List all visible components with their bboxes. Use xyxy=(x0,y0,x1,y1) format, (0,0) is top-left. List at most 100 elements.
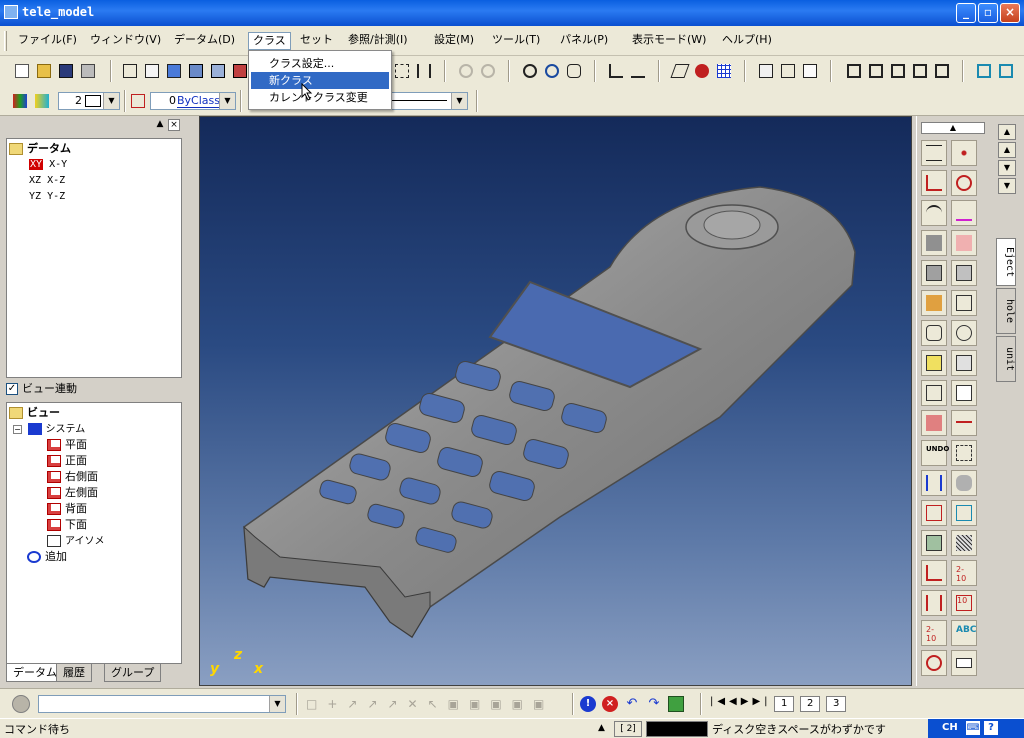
menu-set[interactable]: セット xyxy=(296,32,337,50)
help-icon[interactable]: ? xyxy=(984,721,998,735)
curve-icon[interactable] xyxy=(951,200,977,226)
undo-disabled-icon[interactable] xyxy=(456,61,476,81)
datum-xy[interactable]: XY X-Y xyxy=(29,157,67,172)
layout-2-icon[interactable] xyxy=(866,61,886,81)
eraser-icon[interactable] xyxy=(921,410,947,436)
properties-icon[interactable] xyxy=(778,61,798,81)
layer-color-icon[interactable] xyxy=(10,91,30,111)
view-add-node[interactable]: 追加 xyxy=(27,549,67,564)
align-icon[interactable] xyxy=(921,470,947,496)
zoom-icon[interactable] xyxy=(542,61,562,81)
info-icon[interactable]: ! xyxy=(580,696,596,712)
group-icon[interactable] xyxy=(951,500,977,526)
surface-patch-icon[interactable] xyxy=(951,230,977,256)
save-icon[interactable] xyxy=(56,61,76,81)
scroll-top-icon[interactable]: ▲ xyxy=(998,124,1016,140)
scroll-down-icon[interactable]: ▼ xyxy=(998,160,1016,176)
render-icon[interactable] xyxy=(668,696,684,712)
rotate-view-icon[interactable] xyxy=(520,61,540,81)
layout-1-icon[interactable] xyxy=(844,61,864,81)
crosshair-icon[interactable] xyxy=(921,650,947,676)
dimension-box-icon[interactable]: 10 xyxy=(951,590,977,616)
menu-panel[interactable]: パネル(P) xyxy=(556,32,612,50)
class-tool-icon[interactable] xyxy=(128,91,148,111)
menu-window[interactable]: ウィンドウ(V) xyxy=(86,32,165,50)
leader-icon[interactable]: 2-10 xyxy=(921,620,947,646)
page-tab-3[interactable]: 3 xyxy=(826,696,847,712)
pan-arrows-icon[interactable] xyxy=(392,61,412,81)
dimension-value-icon[interactable]: 2-10 xyxy=(951,560,977,586)
shaded-cube-icon[interactable] xyxy=(164,61,184,81)
fillet-icon[interactable] xyxy=(951,350,977,376)
command-input-combo[interactable]: ▼ xyxy=(38,695,286,713)
menu-file[interactable]: ファイル(F) xyxy=(14,32,81,50)
grid-icon[interactable] xyxy=(714,61,734,81)
datum-xz[interactable]: XZ X-Z xyxy=(29,173,65,188)
view-tree-root[interactable]: ビュー xyxy=(9,405,60,420)
class-combo[interactable]: 0 ByClass ▼ xyxy=(150,92,236,110)
menu-help[interactable]: ヘルプ(H) xyxy=(718,32,776,50)
document-icon[interactable] xyxy=(951,380,977,406)
side-tab-eject[interactable]: Eject xyxy=(996,238,1016,286)
open-book-icon[interactable] xyxy=(974,61,994,81)
menu-class[interactable]: クラス xyxy=(248,32,291,50)
box-outline-icon[interactable] xyxy=(951,290,977,316)
page-tab-1[interactable]: 1 xyxy=(774,696,795,712)
render-cube-icon[interactable] xyxy=(208,61,228,81)
tab-history[interactable]: 履歴 xyxy=(56,664,92,682)
view-item-iso[interactable]: アイソメ xyxy=(47,533,105,548)
keyboard-icon[interactable]: ⌨ xyxy=(966,721,980,735)
new-class-item[interactable]: 新クラス xyxy=(251,72,389,89)
shaded-edges-cube-icon[interactable] xyxy=(186,61,206,81)
close-book-icon[interactable] xyxy=(996,61,1016,81)
close-button[interactable]: × xyxy=(1000,3,1020,23)
sweep-icon[interactable] xyxy=(951,470,977,496)
layout-3-icon[interactable] xyxy=(888,61,908,81)
star-lines-icon[interactable] xyxy=(921,140,947,166)
circle-icon[interactable] xyxy=(951,170,977,196)
chevron-down-icon[interactable]: ▼ xyxy=(219,93,235,109)
menu-tools[interactable]: ツール(T) xyxy=(488,32,544,50)
dimension-linear-icon[interactable] xyxy=(921,590,947,616)
section-icon[interactable] xyxy=(921,380,947,406)
page-tab-2[interactable]: 2 xyxy=(800,696,821,712)
color-cube-icon[interactable] xyxy=(230,61,250,81)
copy-box-icon[interactable] xyxy=(921,500,947,526)
menu-datum[interactable]: データム(D) xyxy=(170,32,239,50)
chevron-down-icon[interactable]: ▼ xyxy=(103,93,119,109)
redo-disabled-icon[interactable] xyxy=(478,61,498,81)
change-current-class-item[interactable]: カレントクラス変更 xyxy=(251,89,389,106)
hidden-line-cube-icon[interactable] xyxy=(142,61,162,81)
new-file-icon[interactable] xyxy=(12,61,32,81)
menu-reference-measure[interactable]: 参照/計測(I) xyxy=(344,32,412,50)
datum-tree-root[interactable]: データム xyxy=(9,141,71,156)
axis-snap-icon[interactable] xyxy=(606,61,626,81)
chevron-down-icon[interactable]: ▼ xyxy=(451,93,467,109)
text-abc-icon[interactable]: ABC xyxy=(951,620,977,646)
delete-x-icon[interactable] xyxy=(951,410,977,436)
spreadsheet-icon[interactable] xyxy=(800,61,820,81)
scatter-point-icon[interactable] xyxy=(692,61,712,81)
scroll-up-icon[interactable]: ▲ xyxy=(998,142,1016,158)
plane-icon[interactable] xyxy=(670,61,690,81)
view-item-back[interactable]: 背面 xyxy=(47,501,87,516)
panel-close-icon[interactable]: × xyxy=(168,119,180,131)
rectangle-icon[interactable] xyxy=(951,650,977,676)
view-item-right[interactable]: 右側面 xyxy=(47,469,98,484)
surface-icon[interactable] xyxy=(921,230,947,256)
shell-icon[interactable] xyxy=(921,350,947,376)
hatch-icon[interactable] xyxy=(951,530,977,556)
tab-group[interactable]: グループ xyxy=(104,664,162,682)
side-tab-unit[interactable]: unit xyxy=(996,336,1016,382)
view-link-checkbox[interactable]: ✓ ビュー連動 xyxy=(6,380,77,398)
extrude-icon[interactable] xyxy=(921,290,947,316)
side-tab-hole[interactable]: hole xyxy=(996,288,1016,334)
dimension-angle-icon[interactable] xyxy=(921,560,947,586)
page-nav-arrows[interactable]: |◀◀▶▶| xyxy=(710,696,772,707)
view-item-top[interactable]: 平面 xyxy=(47,437,87,452)
undo-icon[interactable]: UNDO xyxy=(921,440,949,466)
axis-align-icon[interactable] xyxy=(628,61,648,81)
palette-icon[interactable] xyxy=(32,91,52,111)
panel-pin-icon[interactable]: ▲ xyxy=(154,119,166,131)
table-icon[interactable] xyxy=(756,61,776,81)
